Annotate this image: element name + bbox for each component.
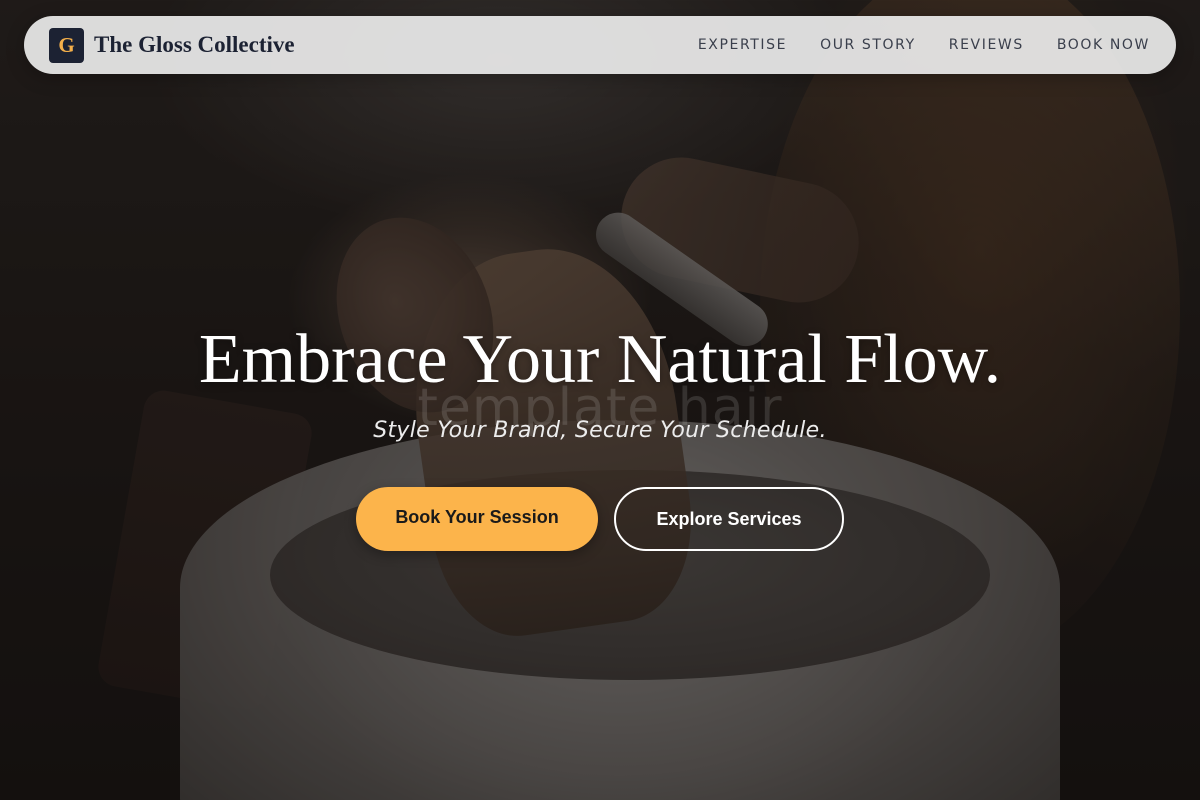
nav-link-reviews[interactable]: REVIEWS [949,37,1024,53]
nav-link-expertise[interactable]: EXPERTISE [698,37,787,53]
nav-link-book-now[interactable]: BOOK NOW [1057,37,1150,53]
top-navigation-bar: G The Gloss Collective EXPERTISE OUR STO… [24,16,1176,74]
logo-icon[interactable]: G [49,27,84,63]
cta-row: Book Your Session Explore Services [356,487,844,551]
nav-link-our-story[interactable]: OUR STORY [820,37,916,53]
brand[interactable]: G The Gloss Collective [49,27,295,63]
explore-services-button[interactable]: Explore Services [614,487,844,551]
hero-content: Embrace Your Natural Flow. Style Your Br… [0,318,1200,551]
book-session-button[interactable]: Book Your Session [356,487,598,551]
logo-letter: G [58,32,75,57]
hero-tagline: Style Your Brand, Secure Your Schedule. [373,418,827,443]
nav-links: EXPERTISE OUR STORY REVIEWS BOOK NOW [698,37,1150,53]
hero-headline: Embrace Your Natural Flow. [198,321,1002,398]
brand-name[interactable]: The Gloss Collective [94,32,295,58]
